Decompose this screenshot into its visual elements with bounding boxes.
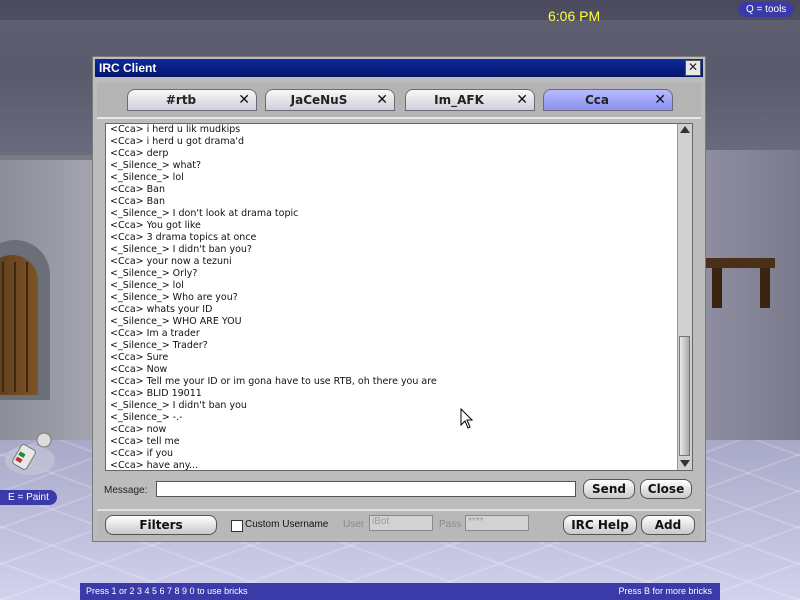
tab-cca[interactable]: Cca ✕ — [543, 89, 673, 111]
options-panel: Filters Custom Username User iBot Pass *… — [97, 509, 701, 539]
tab-label: Cca — [584, 93, 610, 107]
chat-line: <Cca> tell me — [110, 436, 180, 447]
chat-line: <_Silence_> lol — [110, 172, 184, 183]
tab-close-icon[interactable]: ✕ — [376, 92, 388, 108]
window-titlebar[interactable]: IRC Client ✕ — [95, 59, 703, 77]
tab-im-afk[interactable]: Im_AFK ✕ — [405, 89, 535, 111]
chat-line: <Cca> Ban — [110, 196, 165, 207]
chat-line: <Cca> You got like — [110, 220, 201, 231]
user-label: User — [343, 519, 365, 530]
message-label: Message: — [104, 485, 148, 496]
chat-line: <_Silence_> I don't look at drama topic — [110, 208, 299, 219]
brick-hint-right: Press B for more bricks — [618, 586, 712, 596]
irc-help-button[interactable]: IRC Help — [563, 515, 637, 535]
chat-line: <_Silence_> Who are you? — [110, 292, 238, 303]
door-plank — [26, 262, 28, 392]
table-leg — [712, 268, 722, 308]
add-button[interactable]: Add — [641, 515, 695, 535]
scroll-up-icon[interactable] — [680, 126, 690, 133]
message-input[interactable] — [156, 481, 576, 497]
user-field[interactable]: iBot — [369, 515, 433, 531]
chat-line: <Cca> now — [110, 424, 167, 435]
tab-label: JaCeNuS — [290, 93, 348, 107]
custom-username-label: Custom Username — [245, 519, 329, 530]
paint-hint: E = Paint — [0, 490, 57, 505]
chat-line: <Cca> Now — [110, 364, 168, 375]
table-leg — [760, 268, 770, 308]
chat-lines: <Cca> i herd u lik mudkips <Cca> i herd u… — [110, 124, 676, 471]
close-button[interactable]: Close — [640, 479, 692, 499]
chat-line: <Cca> derp — [110, 148, 169, 159]
tab-close-icon[interactable]: ✕ — [238, 92, 250, 108]
tab-close-icon[interactable]: ✕ — [516, 92, 528, 108]
chat-line: <Cca> whats your ID — [110, 304, 213, 315]
chat-scrollbar[interactable] — [677, 124, 692, 470]
scroll-down-icon[interactable] — [680, 460, 690, 467]
chat-line: <_Silence_> WHO ARE YOU — [110, 316, 242, 327]
chat-line: <Cca> Tell me your ID or im gona have to… — [110, 376, 437, 387]
tab-close-icon[interactable]: ✕ — [654, 92, 666, 108]
irc-client-window: IRC Client ✕ #rtb ✕ JaCeNuS ✕ Im_AFK ✕ C… — [92, 56, 706, 542]
tab-jacenus[interactable]: JaCeNuS ✕ — [265, 89, 395, 111]
tab-rtb[interactable]: #rtb ✕ — [127, 89, 257, 111]
tools-hint: Q = tools — [738, 2, 795, 17]
brick-hint-left: Press 1 or 2 3 4 5 6 7 8 9 0 to use bric… — [86, 586, 248, 596]
channel-tab-bar: #rtb ✕ JaCeNuS ✕ Im_AFK ✕ Cca ✕ — [97, 83, 701, 119]
chat-line: <Cca> i herd u lik mudkips — [110, 124, 241, 135]
chat-log[interactable]: <Cca> i herd u lik mudkips <Cca> i herd u… — [105, 123, 693, 471]
wooden-table — [705, 258, 775, 268]
pass-label: Pass — [439, 519, 462, 530]
send-button[interactable]: Send — [583, 479, 635, 499]
custom-username-checkbox[interactable] — [231, 520, 243, 532]
chat-line: <_Silence_> I didn't ban you? — [110, 244, 252, 255]
chat-line: <Cca> your now a tezuni — [110, 256, 232, 267]
tab-label: Im_AFK — [434, 93, 484, 107]
chat-line: <Cca> 3 drama topics at once — [110, 232, 257, 243]
chat-line: <_Silence_> Trader? — [110, 340, 208, 351]
mouse-cursor-icon — [460, 408, 474, 429]
chat-line: <Cca> if you — [110, 448, 174, 459]
chat-line: <Cca> Im a trader — [110, 328, 200, 339]
game-clock: 6:06 PM — [548, 8, 601, 24]
chat-line: <_Silence_> -.- — [110, 412, 183, 423]
pass-field[interactable]: **** — [465, 515, 529, 531]
chat-line: <_Silence_> lol — [110, 280, 184, 291]
door-plank — [14, 262, 16, 392]
wooden-door — [0, 255, 38, 395]
chat-line: <Cca> BLID 19011 — [110, 388, 202, 399]
scroll-thumb[interactable] — [679, 336, 690, 456]
chat-line: <_Silence_> what? — [110, 160, 202, 171]
door-plank — [2, 262, 4, 392]
brick-hint-bar: Press 1 or 2 3 4 5 6 7 8 9 0 to use bric… — [80, 583, 720, 600]
filters-button[interactable]: Filters — [105, 515, 217, 535]
chat-line: <Cca> Sure — [110, 352, 169, 363]
chat-line: <_Silence_> I didn't ban you — [110, 400, 247, 411]
chat-line: <Cca> Ban — [110, 184, 165, 195]
tab-label: #rtb — [165, 93, 197, 107]
window-close-icon[interactable]: ✕ — [685, 60, 701, 76]
chat-line: <Cca> have any... — [110, 460, 199, 471]
paint-can-icon — [5, 432, 55, 475]
chat-line: <_Silence_> Orly? — [110, 268, 198, 279]
right-wall — [705, 150, 800, 490]
window-title: IRC Client — [99, 61, 157, 75]
chat-line: <Cca> i herd u got drama'd — [110, 136, 245, 147]
